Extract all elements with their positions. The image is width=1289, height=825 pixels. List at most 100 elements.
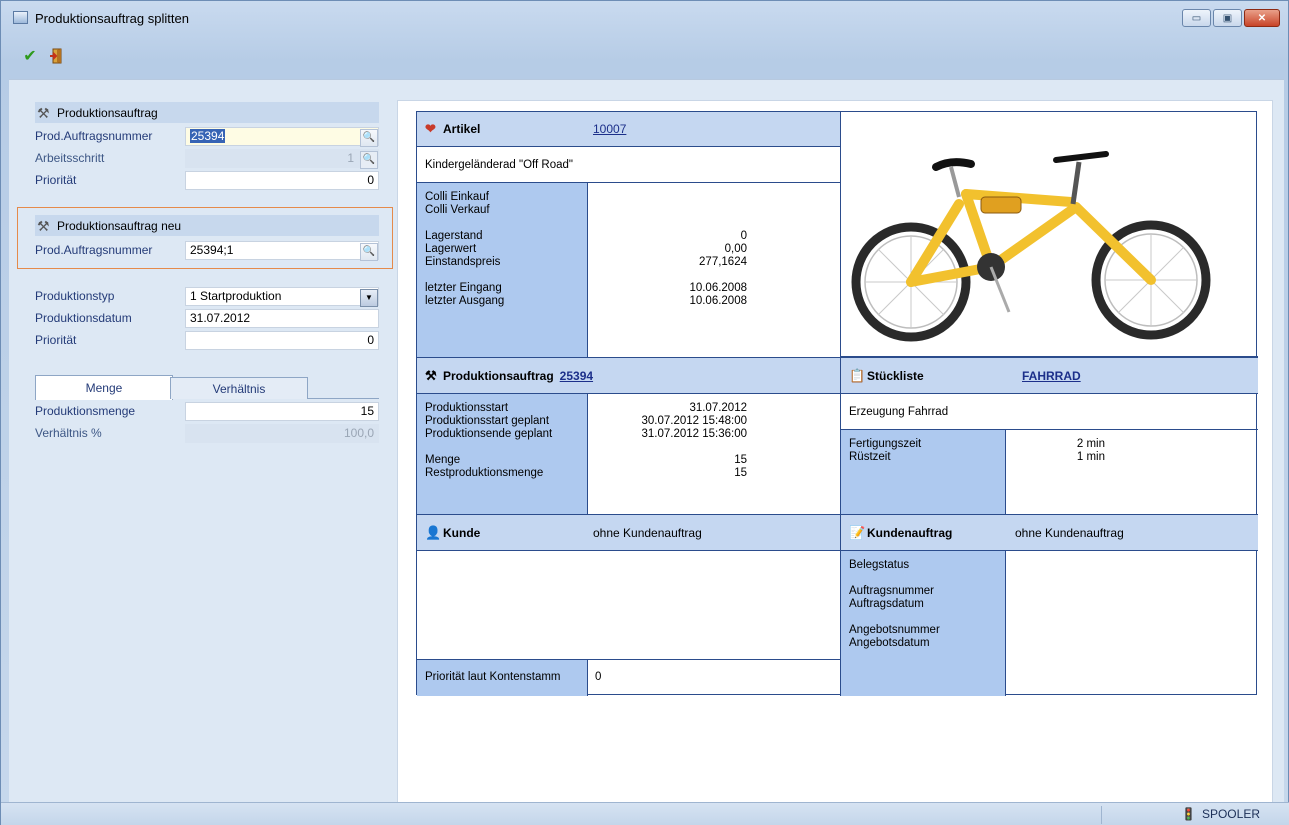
stueckliste-nummer-link[interactable]: FAHRRAD: [1022, 369, 1081, 383]
artikel-field-label: Colli Einkauf: [425, 191, 489, 203]
artikel-field-value: [587, 217, 747, 230]
artikel-field-label: Einstandspreis: [425, 256, 501, 268]
kunde-value: ohne Kundenauftrag: [593, 525, 702, 540]
minimize-button[interactable]: ▭: [1182, 9, 1211, 27]
arbeitsschritt-value: 1: [347, 151, 354, 165]
exit-door-svg: [50, 48, 62, 64]
verhaeltnis-label: Verhältnis %: [35, 426, 102, 440]
arbeitsschritt-label: Arbeitsschritt: [35, 151, 105, 165]
statusbar: 🚦 SPOOLER: [1, 802, 1289, 825]
produktionsauftrag-labels: Produktionsstart Produktionsstart geplant…: [417, 394, 587, 514]
prod-auftragsnummer-input[interactable]: 25394 🔍: [185, 126, 379, 147]
client-area: ⚒ Produktionsauftrag Prod.Auftragsnummer…: [9, 79, 1284, 803]
right-pane: ❤ Artikel 10007 Kindergeländerad "Off Ro…: [397, 100, 1273, 803]
stueckliste-field-value: 1 min: [1076, 451, 1105, 463]
group-title-text: Produktionsauftrag neu: [57, 218, 182, 233]
kunde-prio-label: Priorität laut Kontenstamm: [425, 671, 561, 683]
artikel-field-value: [587, 191, 747, 204]
artikel-bezeichnung-text: Kindergeländerad "Off Road": [425, 158, 573, 171]
prioritaet-label: Priorität: [35, 333, 77, 347]
grid-vline: [587, 660, 588, 696]
grid-vline: [587, 183, 588, 357]
produktionsauftrag-field-label: Menge: [425, 454, 461, 466]
tab-menge[interactable]: Menge: [35, 375, 173, 400]
artikel-field-label: Lagerstand: [425, 230, 483, 242]
kunde-prio-value: 0: [595, 671, 602, 683]
row-prioritaet-1: Priorität 0: [35, 170, 379, 190]
produktionsmenge-input[interactable]: 15: [185, 401, 379, 421]
stueckliste-labels: Fertigungszeit Rüstzeit: [841, 430, 1005, 514]
stueckliste-header: 📋 Stückliste FAHRRAD: [841, 358, 1258, 394]
artikel-field-value: 0,00: [724, 243, 747, 255]
search-icon-disabled: 🔍: [360, 150, 378, 169]
prod-auftragsnummer-neu-label: Prod.Auftragsnummer: [35, 243, 153, 257]
stueckliste-field-value: 2 min: [1076, 438, 1105, 450]
search-icon[interactable]: 🔍: [360, 128, 378, 147]
artikel-header: ❤ Artikel 10007: [417, 112, 840, 147]
prioritaet-input[interactable]: 0: [185, 170, 379, 190]
row-prioritaet-2: Priorität 0: [35, 330, 379, 350]
produktionsauftrag-nummer-link[interactable]: 25394: [560, 369, 593, 383]
hammer-icon: ⚒: [37, 104, 50, 121]
prioritaet-input[interactable]: 0: [185, 330, 379, 350]
window-title: Produktionsauftrag splitten: [35, 10, 189, 26]
kundenauftrag-field-label: Angebotsnummer: [849, 624, 940, 636]
kundenauftrag-field-label: [849, 611, 1005, 624]
search-icon[interactable]: 🔍: [360, 242, 378, 261]
produktionsauftrag-field-value: 15: [734, 454, 747, 466]
produktionsdatum-input[interactable]: 31.07.2012: [185, 308, 379, 328]
row-arbeitsschritt: Arbeitsschritt 1 🔍: [35, 148, 379, 169]
user-icon: 👤: [425, 524, 442, 540]
produktionsdatum-label: Produktionsdatum: [35, 311, 132, 325]
kunde-prio-value-cell: 0: [595, 671, 695, 687]
row-verhaeltnis: Verhältnis % 100,0: [35, 423, 379, 443]
artikel-field-value: [587, 204, 747, 217]
artikel-header-label: Artikel: [443, 122, 481, 136]
stueckliste-bezeichnung: Erzeugung Fahrrad: [841, 394, 1258, 430]
stueckliste-field-label: Rüstzeit: [849, 451, 891, 463]
artikel-field-label: [425, 217, 587, 230]
produktionsauftrag-field-value: 15: [734, 467, 747, 479]
kunde-header-label: Kunde: [443, 525, 481, 540]
artikel-nummer-link[interactable]: 10007: [593, 122, 626, 136]
prod-auftragsnummer-neu-input[interactable]: 25394;1 🔍: [185, 240, 379, 261]
verhaeltnis-value: 100,0: [343, 426, 374, 440]
produktionsmenge-label: Produktionsmenge: [35, 404, 136, 418]
prod-auftragsnummer-value: 25394: [190, 129, 226, 143]
artikel-field-value: 10.06.2008: [689, 282, 747, 294]
hearts-icon: ❤: [425, 121, 436, 136]
produktionstyp-select[interactable]: 1 Startproduktion ▼: [185, 286, 379, 307]
confirm-check-icon[interactable]: ✔: [21, 47, 39, 65]
artikel-bezeichnung: Kindergeländerad "Off Road": [417, 147, 840, 183]
kundenauftrag-header-label: Kundenauftrag: [867, 525, 953, 540]
produktionsauftrag-field-label: Produktionsstart: [425, 402, 509, 414]
verhaeltnis-input: 100,0: [185, 423, 379, 443]
info-grid: ❤ Artikel 10007 Kindergeländerad "Off Ro…: [416, 111, 1258, 696]
maximize-button[interactable]: ▣: [1213, 9, 1242, 27]
close-button[interactable]: ✕: [1244, 9, 1280, 27]
produktionsauftrag-field-label: [425, 441, 587, 454]
artikel-field-value: 277,1624: [699, 256, 747, 268]
grid-vline: [1005, 551, 1006, 696]
produktionsauftrag-header: ⚒ Produktionsauftrag 25394: [417, 358, 840, 394]
artikel-field-label: letzter Eingang: [425, 282, 502, 294]
produktionsauftrag-field-label: Produktionsstart geplant: [425, 415, 550, 427]
artikel-image: [841, 112, 1258, 357]
artikel-field-value: 10.06.2008: [689, 295, 747, 307]
prioritaet-value: 0: [367, 333, 374, 347]
spooler-indicator[interactable]: 🚦 SPOOLER: [1181, 807, 1260, 821]
kunde-header: 👤 Kunde ohne Kundenauftrag: [417, 515, 840, 551]
chevron-down-icon[interactable]: ▼: [360, 288, 378, 307]
window-controls: ▭ ▣ ✕: [1182, 9, 1280, 27]
produktionsauftrag-field-value: 31.07.2012: [689, 402, 747, 414]
kundenauftrag-field-label: [849, 572, 1005, 585]
kundenauftrag-header: 📝 Kundenauftrag ohne Kundenauftrag: [841, 515, 1258, 551]
tab-verhaeltnis[interactable]: Verhältnis: [170, 377, 308, 399]
row-produktionsdatum: Produktionsdatum 31.07.2012: [35, 308, 379, 328]
prod-auftragsnummer-neu-value: 25394;1: [190, 243, 234, 257]
row-prod-auftragsnummer-neu: Prod.Auftragsnummer 25394;1 🔍: [35, 240, 379, 261]
exit-door-icon[interactable]: [49, 47, 67, 65]
arbeitsschritt-input: 1 🔍: [185, 148, 379, 169]
kundenauftrag-field-label: Auftragsdatum: [849, 598, 924, 610]
prod-auftragsnummer-label: Prod.Auftragsnummer: [35, 129, 153, 143]
